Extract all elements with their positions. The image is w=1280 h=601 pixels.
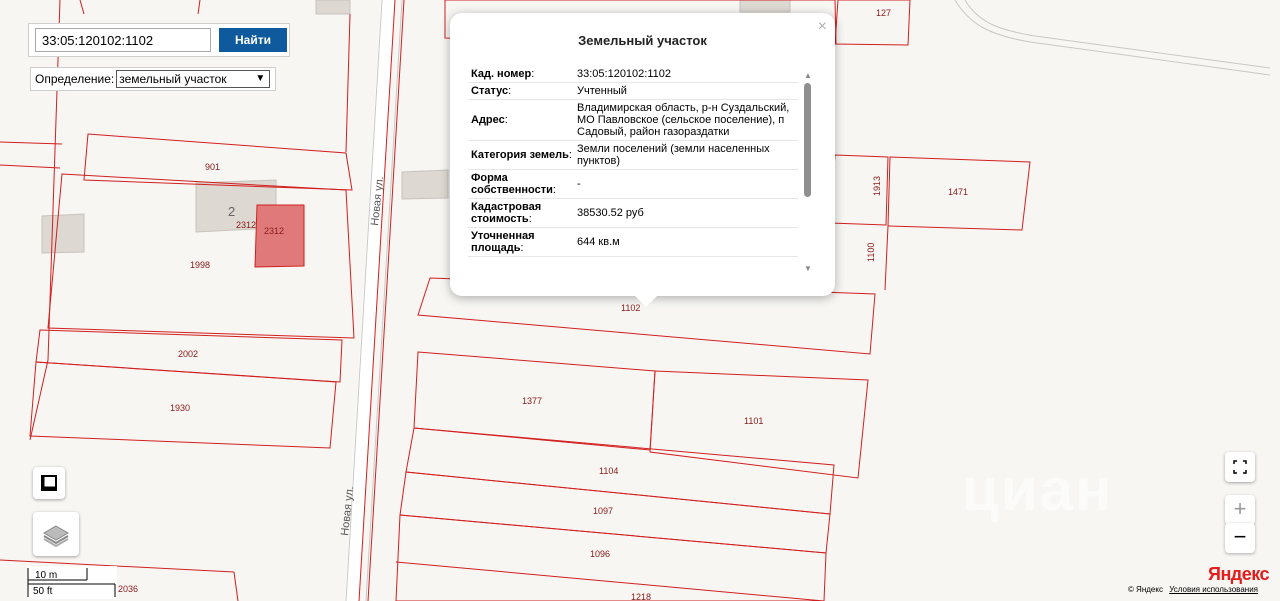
popup-tail [634, 295, 658, 307]
property-row: Форма собственности: - [468, 170, 798, 199]
plot-label: 1104 [599, 466, 618, 476]
property-value: 38530.52 руб [577, 207, 644, 219]
scroll-down-icon[interactable]: ▼ [804, 264, 812, 273]
plot-label: 2 [228, 204, 235, 219]
property-value: - [577, 178, 581, 190]
zoom-in-button[interactable]: + [1225, 495, 1255, 525]
property-label: Статус: [471, 85, 512, 97]
property-row: Кадастровая стоимость: 38530.52 руб [468, 199, 798, 228]
yandex-logo[interactable]: Яндекс [1208, 564, 1270, 585]
popup-title: Земельный участок [578, 33, 707, 48]
property-label: Категория земель: [471, 149, 572, 161]
property-value: Учтенный [577, 85, 627, 97]
property-row: Адрес: Владимирская область, р-н Суздаль… [468, 100, 798, 141]
plot-label: 127 [876, 8, 891, 18]
scale-bar: 10 m 50 ft [27, 566, 117, 599]
plot-label: 1930 [170, 403, 190, 413]
property-row: Уточненная площадь: 644 кв.м [468, 228, 798, 257]
copyright: © Яндекс Условия использования [1128, 585, 1258, 594]
property-value: 33:05:120102:1102 [577, 68, 671, 80]
plot-label: 2312 [236, 220, 256, 230]
cian-watermark: циан [962, 456, 1114, 523]
search-button[interactable]: Найти [219, 28, 287, 52]
definition-label: Определение: [35, 72, 115, 86]
property-value: Земли поселений (земли населенных пункто… [577, 143, 770, 167]
cadastral-number-input[interactable] [35, 28, 211, 52]
plot-label: 2002 [178, 349, 198, 359]
terms-link[interactable]: Условия использования [1169, 585, 1258, 594]
definition-selected-value: земельный участок [119, 72, 227, 86]
plot-label: 1377 [522, 396, 542, 406]
plot-label: 1101 [744, 416, 763, 426]
plot-label: 1097 [593, 506, 613, 516]
popup-properties: Кад. номер: 33:05:120102:1102 Статус: Уч… [468, 66, 798, 286]
property-row: Статус: Учтенный [468, 83, 798, 100]
plot-label: 1100 [866, 243, 876, 262]
plot-label: 1471 [948, 187, 968, 197]
definition-select[interactable]: земельный участок ▼ [116, 70, 271, 88]
zoom-out-button[interactable]: − [1225, 523, 1255, 553]
layers-icon [43, 525, 69, 548]
plot-label: 901 [205, 162, 220, 172]
plot-label: 1913 [872, 176, 882, 196]
ruler-icon [41, 475, 57, 491]
plot-label: 1218 [631, 592, 651, 601]
ruler-button[interactable] [33, 467, 65, 499]
plot-label: 1096 [590, 549, 610, 559]
fullscreen-icon [1233, 460, 1247, 474]
property-value: Владимирская область, р-н Суздальский, М… [577, 102, 790, 138]
property-row: Категория земель: Земли поселений (земли… [468, 141, 798, 170]
search-panel: Найти [28, 23, 290, 57]
plot-label: 2312 [264, 226, 284, 236]
scrollbar-thumb[interactable] [804, 83, 811, 197]
property-label: Форма собственности: [471, 172, 556, 196]
layers-button[interactable] [33, 512, 79, 556]
plot-label: 2036 [118, 584, 138, 594]
plot-label: 1998 [190, 260, 210, 270]
scale-imperial-label: 50 ft [33, 586, 53, 597]
plot-info-popup: × Земельный участок Кад. номер: 33:05:12… [450, 13, 835, 307]
copyright-text: © Яндекс [1127, 585, 1163, 594]
property-label: Адрес: [471, 114, 508, 126]
property-label: Кад. номер: [471, 68, 535, 80]
property-row: Кад. номер: 33:05:120102:1102 [468, 66, 798, 83]
property-label: Уточненная площадь: [471, 230, 535, 254]
fullscreen-button[interactable] [1225, 452, 1255, 482]
highlighted-plot[interactable] [254, 204, 305, 268]
popup-scrollbar[interactable]: ▲ ▼ [802, 71, 814, 273]
scale-metric-label: 10 m [35, 570, 58, 581]
scroll-up-icon[interactable]: ▲ [804, 71, 812, 80]
chevron-down-icon: ▼ [255, 73, 266, 84]
property-label: Кадастровая стоимость: [471, 201, 542, 225]
definition-row: Определение: земельный участок ▼ [30, 67, 276, 91]
property-value: 644 кв.м [577, 236, 620, 248]
